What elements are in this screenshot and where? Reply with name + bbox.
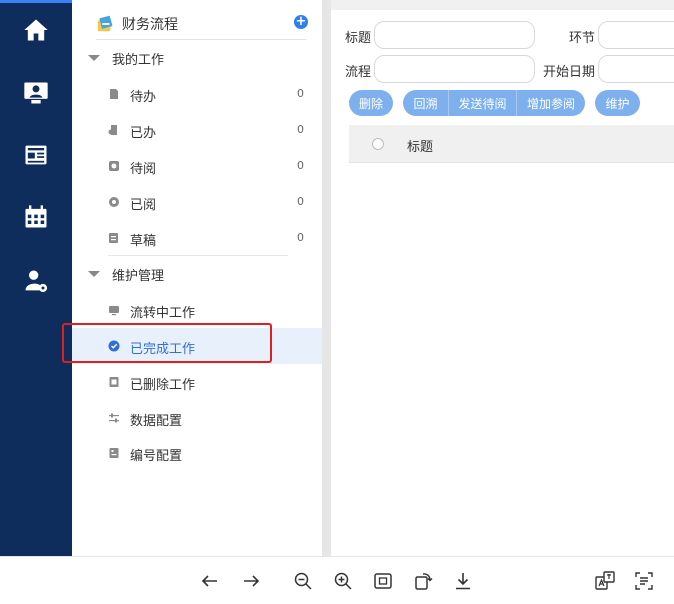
news-icon[interactable]: [20, 139, 52, 171]
sidebar-item-draft[interactable]: 草稿 0: [72, 220, 322, 256]
column-header-title: 标题: [407, 140, 434, 155]
done-doc-icon: [108, 125, 117, 135]
text-extract-icon[interactable]: [633, 570, 655, 592]
sidebar-item-deleted[interactable]: 已删除工作: [72, 364, 322, 400]
eye-icon: [109, 197, 119, 207]
draft-icon: [109, 233, 118, 243]
fit-screen-icon[interactable]: [372, 570, 394, 592]
add-icon[interactable]: +: [294, 15, 308, 29]
sidebar-item-in-circulation[interactable]: 流转中工作: [72, 292, 322, 328]
sidebar-item-label: 流转中工作: [130, 306, 196, 321]
zoom-in-icon[interactable]: [332, 570, 354, 592]
document-icon: [110, 89, 118, 99]
add-reference-button[interactable]: 增加参阅: [517, 90, 585, 116]
trash-doc-icon: [109, 377, 119, 387]
sidebar-header-title: 财务流程: [122, 16, 178, 33]
monitor-icon: [109, 306, 119, 316]
sliders-icon: [109, 413, 119, 423]
select-all-radio[interactable]: [372, 138, 384, 150]
translate-icon[interactable]: [594, 570, 616, 592]
user-settings-icon[interactable]: [20, 265, 52, 297]
sidebar-tree: 财务流程 + 我的工作 待办 0 已办 0 待阅 0 已阅 0 草稿 0 维护管…: [72, 0, 322, 556]
sidebar-item-label: 草稿: [130, 234, 157, 249]
app-rail: [0, 0, 72, 556]
zoom-out-icon[interactable]: [292, 570, 314, 592]
rotate-icon[interactable]: [412, 570, 434, 592]
group-maintenance[interactable]: 维护管理: [88, 262, 164, 286]
filter-start-date-label: 开始日期: [543, 65, 596, 80]
filter-title-input[interactable]: [374, 21, 535, 49]
download-icon[interactable]: [452, 570, 474, 592]
sidebar-item-label: 数据配置: [130, 414, 183, 429]
filter-title-label: 标题: [345, 31, 372, 46]
caret-down-icon: [88, 271, 100, 277]
sidebar-item-label: 编号配置: [130, 449, 183, 464]
group-label: 维护管理: [112, 268, 165, 284]
sidebar-item-label: 待阅: [130, 162, 157, 177]
home-icon[interactable]: [20, 14, 52, 46]
main-top-strip: [331, 0, 674, 10]
monitor-user-icon[interactable]: [20, 77, 52, 109]
maintain-button[interactable]: 维护: [595, 90, 640, 116]
table-header: 标题: [349, 125, 674, 163]
arrow-right-icon[interactable]: [240, 570, 262, 592]
group-my-work[interactable]: 我的工作: [88, 46, 164, 70]
main-panel: 标题 环节 流程 开始日期 删除 回溯 发送待阅 增加参阅 维护 标题: [331, 0, 674, 556]
delete-button[interactable]: 删除: [349, 90, 393, 116]
sidebar-item-label: 待办: [130, 90, 157, 105]
group-divider: [108, 255, 288, 256]
sidebar-item-todo[interactable]: 待办 0: [72, 76, 322, 112]
sidebar-item-count: 0: [297, 87, 304, 100]
sidebar-item-completed[interactable]: 已完成工作: [72, 328, 322, 364]
read-pending-icon: [109, 161, 119, 171]
sidebar-item-read[interactable]: 已阅 0: [72, 184, 322, 220]
check-circle-icon: [108, 340, 120, 352]
sidebar-item-data-config[interactable]: 数据配置: [72, 400, 322, 436]
sidebar-item-to-read[interactable]: 待阅 0: [72, 148, 322, 184]
sidebar-item-count: 0: [297, 159, 304, 172]
sidebar-item-number-config[interactable]: 编号配置: [72, 435, 322, 471]
sidebar-item-label: 已办: [130, 126, 157, 141]
filter-start-date-input[interactable]: [598, 55, 674, 83]
sidebar-item-label: 已完成工作: [130, 342, 196, 357]
finance-flow-icon: [97, 15, 113, 31]
sidebar-item-count: 0: [297, 123, 304, 136]
sidebar-item-label: 已阅: [130, 198, 157, 213]
sidebar-header: 财务流程 +: [96, 8, 308, 40]
group-label: 我的工作: [112, 52, 165, 68]
filter-stage-input[interactable]: [598, 21, 674, 49]
arrow-left-icon[interactable]: [199, 570, 221, 592]
sidebar-item-count: 0: [297, 231, 304, 244]
filter-stage-label: 环节: [569, 31, 596, 46]
sidebar-item-done[interactable]: 已办 0: [72, 112, 322, 148]
send-pending-button[interactable]: 发送待阅: [449, 90, 516, 116]
calendar-icon[interactable]: [20, 201, 52, 233]
filter-flow-input[interactable]: [374, 55, 535, 83]
sidebar-splitter[interactable]: [322, 0, 331, 556]
caret-down-icon: [88, 55, 100, 61]
viewer-toolbar: [0, 556, 674, 604]
sidebar-item-label: 已删除工作: [130, 378, 196, 393]
filter-flow-label: 流程: [345, 65, 372, 80]
rail-accent-bar: [0, 0, 72, 3]
sidebar-item-count: 0: [297, 195, 304, 208]
number-doc-icon: [109, 448, 119, 458]
rollback-button[interactable]: 回溯: [403, 90, 448, 116]
